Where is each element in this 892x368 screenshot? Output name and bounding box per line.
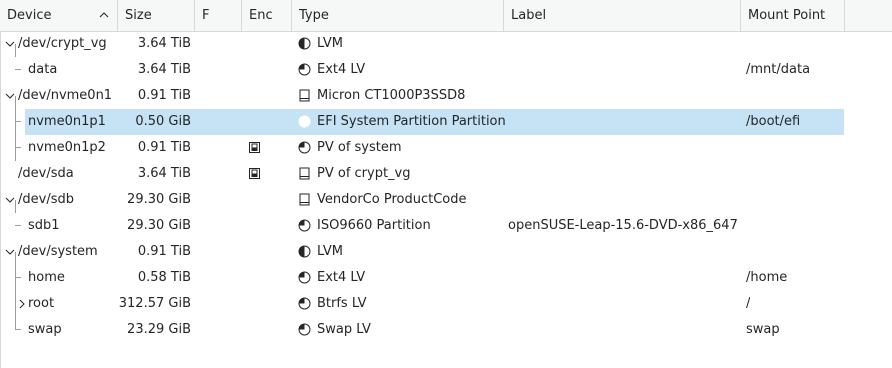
- device-size: 23.29 GiB: [127, 322, 191, 337]
- column-label[interactable]: Label: [504, 0, 741, 31]
- tree-row[interactable]: /dev/sdb 29.30 GiB VendorCo ProductCode: [0, 187, 892, 213]
- column-mount-point[interactable]: Mount Point: [741, 0, 845, 31]
- sort-ascending-icon: [99, 12, 109, 18]
- device-size: 29.30 GiB: [127, 218, 191, 233]
- tree-body: /dev/crypt_vg 3.64 TiB LVM data 3.64 TiB…: [0, 31, 892, 368]
- chevron-down-icon[interactable]: [5, 247, 15, 257]
- partition-icon: [298, 141, 311, 154]
- device-name: sdb1: [28, 218, 60, 233]
- device-type: EFI System Partition Partition: [317, 114, 506, 129]
- device-name: nvme0n1p1: [28, 114, 106, 129]
- device-type: PV of system: [317, 140, 402, 155]
- disk-icon: [299, 167, 310, 180]
- tree-row[interactable]: data 3.64 TiB Ext4 LV /mnt/data: [0, 57, 892, 83]
- device-type: PV of crypt_vg: [317, 166, 411, 181]
- column-device[interactable]: Device: [0, 0, 118, 31]
- device-label: openSUSE-Leap-15.6-DVD-x86_64710: [508, 218, 738, 233]
- device-size: 3.64 TiB: [137, 36, 191, 51]
- device-name: swap: [28, 322, 62, 337]
- lvm-icon: [298, 37, 311, 50]
- device-size: 0.91 TiB: [137, 88, 191, 103]
- tree-row[interactable]: home 0.58 TiB Ext4 LV /home: [0, 265, 892, 291]
- partition-icon: [298, 219, 311, 232]
- device-type: Btrfs LV: [317, 296, 367, 311]
- device-name: /dev/sda: [18, 166, 74, 181]
- disk-icon: [299, 193, 310, 206]
- device-mount-point: /home: [746, 270, 788, 285]
- device-size: 3.64 TiB: [137, 166, 191, 181]
- column-flags-label: F: [202, 8, 210, 23]
- partition-icon: [298, 115, 311, 128]
- device-size: 3.64 TiB: [137, 62, 191, 77]
- column-type[interactable]: Type: [292, 0, 504, 31]
- tree-row[interactable]: /dev/system 0.91 TiB LVM: [0, 239, 892, 265]
- column-header: Device Size F Enc Type Label Mount Point: [0, 0, 892, 32]
- encrypted-icon: [249, 168, 260, 179]
- column-type-label: Type: [299, 8, 329, 23]
- device-type: VendorCo ProductCode: [317, 192, 467, 207]
- device-name: nvme0n1p2: [28, 140, 106, 155]
- lvm-icon: [298, 245, 311, 258]
- tree-row[interactable]: swap 23.29 GiB Swap LV swap: [0, 317, 892, 343]
- tree-row[interactable]: /dev/sda 3.64 TiB PV of crypt_vg: [0, 161, 892, 187]
- column-enc[interactable]: Enc: [242, 0, 292, 31]
- device-type: Swap LV: [317, 322, 371, 337]
- device-name: root: [28, 296, 55, 311]
- partition-icon: [298, 323, 311, 336]
- column-enc-label: Enc: [249, 8, 273, 23]
- partition-icon: [298, 271, 311, 284]
- device-mount-point: /: [746, 296, 751, 311]
- column-label-label: Label: [511, 8, 547, 23]
- device-mount-point: swap: [746, 322, 780, 337]
- tree-row[interactable]: root 312.57 GiB Btrfs LV /: [0, 291, 892, 317]
- chevron-down-icon[interactable]: [5, 195, 15, 205]
- chevron-right-icon[interactable]: [17, 299, 27, 309]
- chevron-down-icon[interactable]: [5, 39, 15, 49]
- device-name: /dev/nvme0n1: [18, 88, 113, 103]
- device-type: ISO9660 Partition: [317, 218, 431, 233]
- column-device-label: Device: [7, 8, 52, 23]
- device-type: Ext4 LV: [317, 270, 366, 285]
- device-name: /dev/crypt_vg: [18, 36, 107, 51]
- chevron-down-icon[interactable]: [5, 91, 15, 101]
- device-size: 0.50 GiB: [135, 114, 191, 129]
- tree-row[interactable]: nvme0n1p2 0.91 TiB PV of system: [0, 135, 892, 161]
- tree-row[interactable]: /dev/crypt_vg 3.64 TiB LVM: [0, 31, 892, 57]
- device-type: Micron CT1000P3SSD8: [317, 88, 466, 103]
- tree-row[interactable]: sdb1 29.30 GiB ISO9660 Partition openSUS…: [0, 213, 892, 239]
- device-size: 312.57 GiB: [118, 296, 191, 311]
- device-type: LVM: [317, 36, 343, 51]
- device-mount-point: /mnt/data: [746, 62, 811, 77]
- column-size[interactable]: Size: [118, 0, 195, 31]
- device-name: /dev/system: [18, 244, 98, 259]
- partition-icon: [298, 297, 311, 310]
- device-type: LVM: [317, 244, 343, 259]
- disk-icon: [299, 89, 310, 102]
- device-size: 0.91 TiB: [137, 140, 191, 155]
- column-mount-label: Mount Point: [748, 8, 826, 23]
- device-name: /dev/sdb: [18, 192, 74, 207]
- column-size-label: Size: [125, 8, 152, 23]
- device-size: 29.30 GiB: [127, 192, 191, 207]
- device-name: data: [28, 62, 58, 77]
- tree-row-selected[interactable]: nvme0n1p1 0.50 GiB EFI System Partition …: [0, 109, 892, 135]
- device-size: 0.58 TiB: [137, 270, 191, 285]
- device-tree[interactable]: Device Size F Enc Type Label Mount Point: [0, 0, 892, 368]
- encrypted-icon: [249, 142, 260, 153]
- device-name: home: [28, 270, 65, 285]
- device-mount-point: /boot/efi: [746, 114, 801, 129]
- column-flags[interactable]: F: [195, 0, 242, 31]
- tree-row[interactable]: /dev/nvme0n1 0.91 TiB Micron CT1000P3SSD…: [0, 83, 892, 109]
- device-type: Ext4 LV: [317, 62, 366, 77]
- device-size: 0.91 TiB: [137, 244, 191, 259]
- partition-icon: [298, 63, 311, 76]
